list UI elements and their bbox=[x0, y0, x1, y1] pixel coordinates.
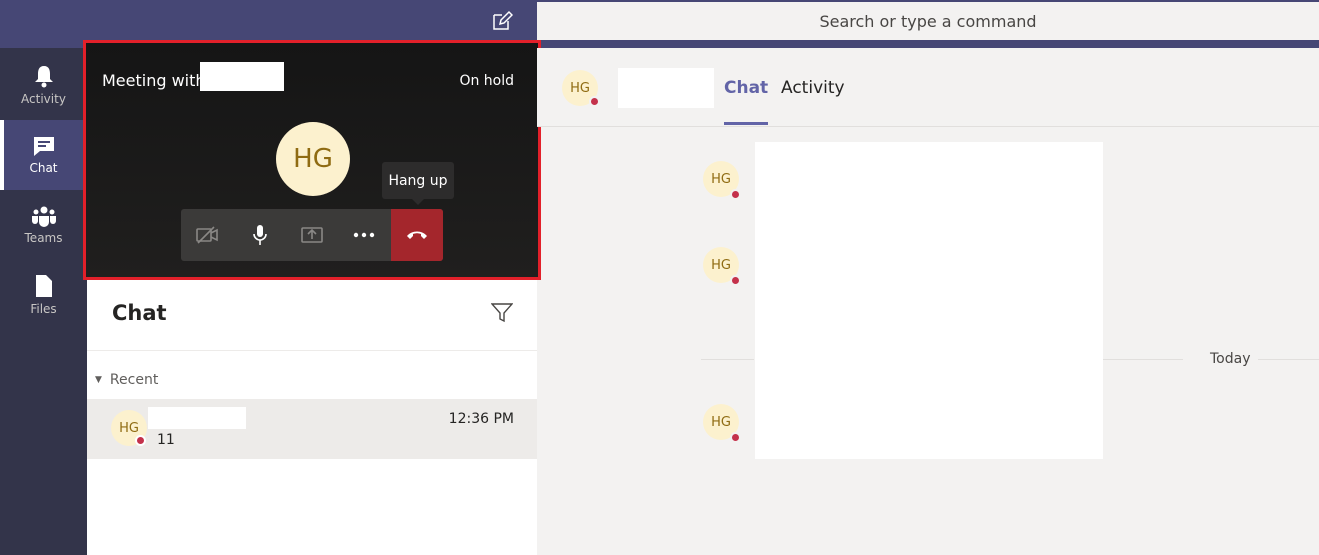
app-rail: Activity Chat Teams Files bbox=[0, 48, 87, 555]
tab-chat[interactable]: Chat bbox=[724, 78, 769, 125]
chat-timestamp: 12:36 PM bbox=[448, 411, 514, 427]
chat-list-item[interactable]: HG 12:36 PM 11 bbox=[87, 399, 537, 459]
redacted-name bbox=[148, 407, 246, 429]
video-toggle-button[interactable] bbox=[181, 209, 233, 261]
hang-up-icon bbox=[406, 231, 427, 239]
hang-up-button[interactable] bbox=[390, 209, 443, 261]
share-screen-icon bbox=[301, 227, 323, 243]
new-chat-button[interactable] bbox=[489, 8, 515, 34]
more-icon bbox=[354, 232, 375, 238]
meeting-window: Meeting with On hold HG Hang up bbox=[83, 40, 541, 280]
share-screen-button[interactable] bbox=[286, 209, 338, 261]
busy-status-icon bbox=[730, 432, 741, 443]
call-controls bbox=[181, 209, 443, 261]
teams-icon bbox=[31, 206, 56, 227]
more-options-button[interactable] bbox=[338, 209, 390, 261]
busy-status-icon bbox=[730, 189, 741, 200]
rail-item-label: Chat bbox=[29, 161, 58, 175]
filter-button[interactable] bbox=[490, 302, 514, 324]
rail-item-activity[interactable]: Activity bbox=[0, 50, 87, 120]
rail-item-label: Teams bbox=[24, 231, 63, 245]
recent-section-toggle[interactable]: ▼ Recent bbox=[95, 372, 158, 388]
microphone-icon bbox=[252, 225, 267, 245]
busy-status-icon bbox=[730, 275, 741, 286]
chat-preview: 11 bbox=[157, 432, 175, 448]
busy-status-icon bbox=[135, 435, 146, 446]
meeting-status: On hold bbox=[459, 73, 514, 89]
tab-activity[interactable]: Activity bbox=[781, 78, 845, 98]
avatar: HG bbox=[276, 122, 350, 196]
busy-status-icon bbox=[589, 96, 600, 107]
rail-item-label: Activity bbox=[21, 92, 66, 106]
rail-item-label: Files bbox=[30, 302, 57, 316]
hang-up-tooltip: Hang up bbox=[382, 162, 454, 205]
recent-section-label: Recent bbox=[109, 372, 159, 388]
chat-list-title: Chat bbox=[112, 301, 167, 325]
meeting-title: Meeting with bbox=[102, 71, 206, 90]
file-icon bbox=[35, 275, 52, 297]
video-off-icon bbox=[196, 226, 218, 244]
redacted-name bbox=[618, 68, 714, 108]
rail-item-chat[interactable]: Chat bbox=[0, 120, 87, 190]
message-content-redacted bbox=[755, 142, 1103, 459]
redacted-name bbox=[200, 62, 284, 91]
rail-item-teams[interactable]: Teams bbox=[0, 190, 87, 260]
mute-button[interactable] bbox=[233, 209, 285, 261]
caret-down-icon: ▼ bbox=[95, 375, 102, 385]
date-divider-label: Today bbox=[1210, 351, 1251, 367]
compose-icon bbox=[493, 10, 513, 30]
search-input[interactable] bbox=[537, 2, 1319, 40]
filter-icon bbox=[491, 303, 513, 323]
divider bbox=[87, 350, 537, 351]
bell-icon bbox=[34, 66, 53, 88]
rail-item-files[interactable]: Files bbox=[0, 260, 87, 330]
conversation-header: HG Chat Activity bbox=[537, 48, 1319, 127]
chat-icon bbox=[33, 137, 54, 156]
